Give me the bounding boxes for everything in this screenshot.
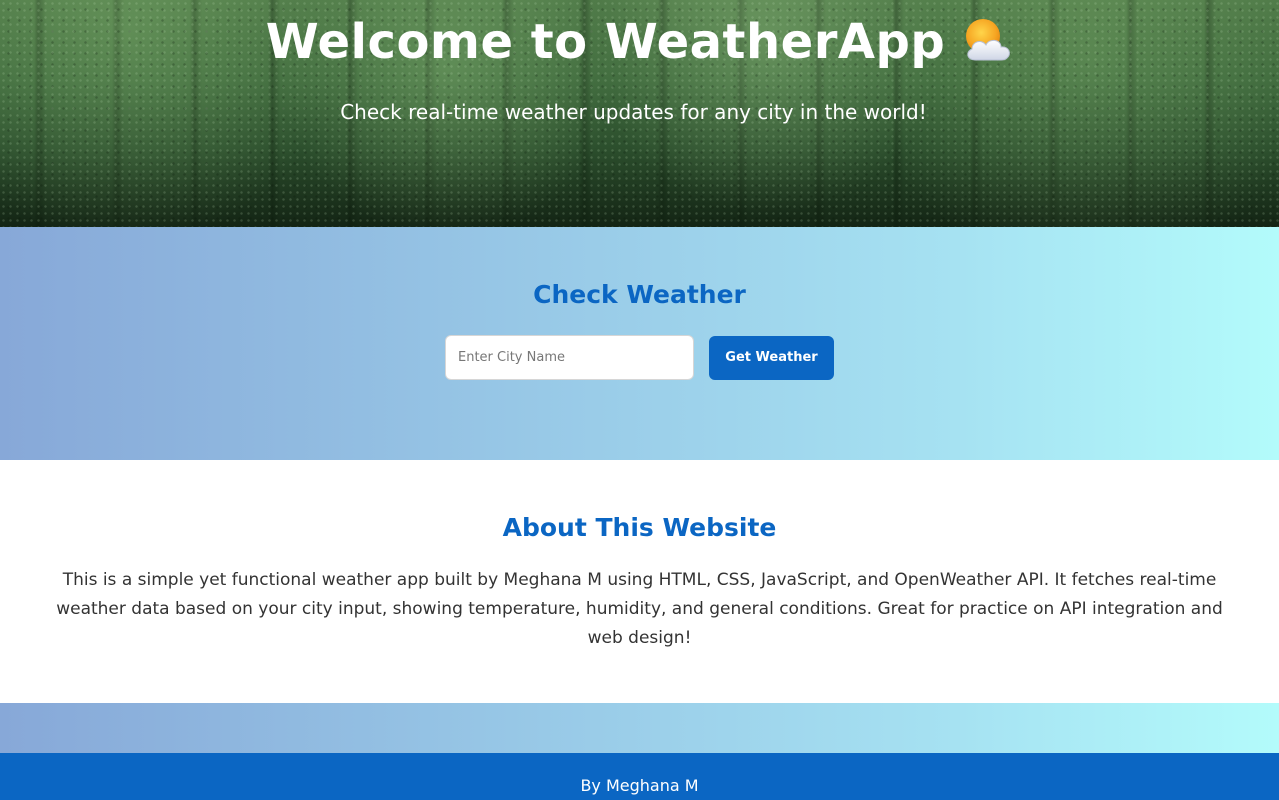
city-name-input[interactable] <box>445 335 694 380</box>
hero-banner: Welcome to WeatherApp Check real-time we… <box>0 0 1279 227</box>
about-title: About This Website <box>502 513 777 542</box>
hero-title: Welcome to WeatherApp <box>0 12 1279 72</box>
about-section: About This Website This is a simple yet … <box>0 460 1279 703</box>
city-search-form: Get Weather <box>445 335 834 380</box>
footer: By Meghana M <box>0 753 1279 800</box>
check-weather-title: Check Weather <box>533 280 746 309</box>
decorative-gradient-strip <box>0 703 1279 753</box>
hero-subtitle: Check real-time weather updates for any … <box>340 100 927 124</box>
about-description: This is a simple yet functional weather … <box>56 570 1223 648</box>
sun-behind-cloud-icon <box>961 16 1013 64</box>
get-weather-button[interactable]: Get Weather <box>709 335 834 380</box>
hero-title-text: Welcome to WeatherApp <box>265 14 946 70</box>
footer-credit: By Meghana M <box>580 776 699 795</box>
check-weather-section: Check Weather Get Weather <box>0 227 1279 460</box>
